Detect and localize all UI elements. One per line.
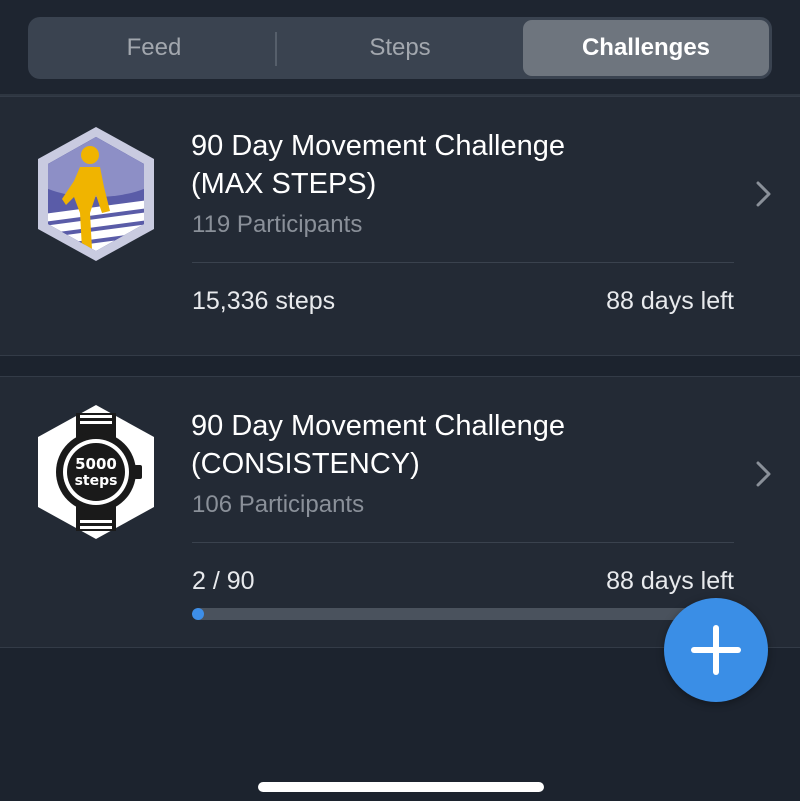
tab-bar-container: Feed Steps Challenges (0, 0, 800, 96)
challenge-card-max-steps[interactable]: 90 Day Movement Challenge (MAX STEPS) 11… (0, 96, 800, 356)
home-indicator (258, 782, 544, 792)
challenge-title-line2: (CONSISTENCY) (191, 448, 420, 480)
segmented-control: Feed Steps Challenges (28, 17, 772, 79)
runner-badge-icon (38, 127, 154, 261)
days-left: 88 days left (606, 287, 734, 315)
challenge-title-line1: 90 Day Movement Challenge (191, 410, 565, 442)
chevron-right-icon[interactable] (754, 459, 774, 489)
progress-bar-fill (192, 608, 204, 620)
steps-total: 15,336 steps (192, 287, 336, 315)
plus-icon (691, 625, 741, 675)
participants-count: 106 Participants (192, 491, 365, 518)
days-left: 88 days left (606, 567, 734, 595)
chevron-right-icon[interactable] (754, 179, 774, 209)
card-divider (192, 262, 734, 263)
challenge-card-consistency[interactable]: 5000 steps 90 Day Movement Challenge (CO… (0, 376, 800, 648)
challenge-title-line1: 90 Day Movement Challenge (191, 130, 565, 162)
challenge-title: 90 Day Movement Challenge (CONSISTENCY) (191, 407, 711, 483)
badge-text-unit: steps (75, 473, 118, 489)
card-divider (192, 542, 734, 543)
badge-text-number: 5000 (75, 455, 117, 473)
tab-challenges[interactable]: Challenges (523, 20, 769, 76)
participants-count: 119 Participants (192, 211, 363, 238)
tab-feed[interactable]: Feed (31, 20, 277, 76)
challenge-title: 90 Day Movement Challenge (MAX STEPS) (191, 127, 711, 203)
challenge-title-line2: (MAX STEPS) (191, 168, 377, 200)
progress-bar (192, 608, 734, 620)
add-challenge-button[interactable] (664, 598, 768, 702)
tab-steps[interactable]: Steps (277, 20, 523, 76)
days-completed: 2 / 90 (192, 567, 255, 595)
watch-badge-icon: 5000 steps (38, 405, 154, 539)
challenges-screen: Feed Steps Challenges 90 Day Movement Ch… (0, 0, 800, 801)
